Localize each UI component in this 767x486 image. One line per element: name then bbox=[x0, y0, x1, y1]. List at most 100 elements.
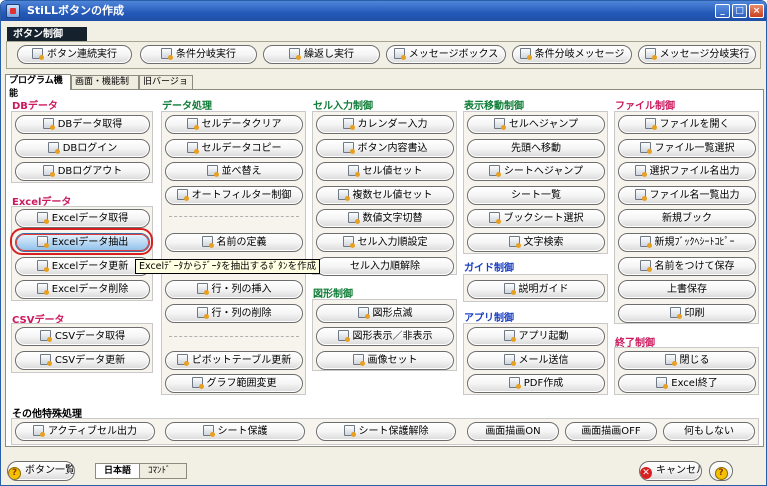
cell-input-order-clear-button[interactable]: セル入力順解除 bbox=[316, 257, 454, 276]
pdf-create-button[interactable]: PDF作成 bbox=[467, 374, 605, 393]
button-icon bbox=[342, 236, 355, 248]
overwrite-save-button[interactable]: 上書保存 bbox=[618, 280, 756, 299]
explain-guide-button[interactable]: 説明ガイド bbox=[467, 280, 605, 299]
tab-program-functions[interactable]: プログラム機能 bbox=[5, 74, 71, 99]
mail-send-button[interactable]: メール送信 bbox=[467, 351, 605, 370]
screen-update-on-button[interactable]: 画面描画ON bbox=[467, 422, 559, 441]
pivot-refresh-button[interactable]: ピボットテーブル更新 bbox=[165, 351, 303, 370]
button-icon bbox=[639, 142, 652, 154]
minimize-icon[interactable]: _ bbox=[715, 4, 730, 18]
selection-highlight bbox=[10, 228, 153, 255]
excel-data-update-button[interactable]: Excelデータ更新 bbox=[15, 257, 150, 276]
cancel-button[interactable]: ✕ キャンセル bbox=[639, 461, 702, 481]
cell-data-clear-button[interactable]: セルデータクリア bbox=[165, 115, 303, 134]
lang-command-tab[interactable]: ｺﾏﾝﾄﾞ bbox=[139, 463, 187, 479]
define-name-button[interactable]: 名前の定義 bbox=[165, 233, 303, 252]
cell-data-copy-button[interactable]: セルデータコピー bbox=[165, 139, 303, 158]
button-icon bbox=[352, 354, 365, 366]
button-control-header: ボタン制御 bbox=[7, 27, 87, 42]
db-login-button[interactable]: DBログイン bbox=[15, 139, 150, 158]
sort-button[interactable]: 並べ替え bbox=[165, 162, 303, 181]
button-icon bbox=[357, 307, 370, 319]
conditional-run-button[interactable]: 条件分岐実行 bbox=[140, 45, 257, 64]
repeat-run-button[interactable]: 繰返し実行 bbox=[263, 45, 380, 64]
button-icon bbox=[191, 377, 204, 389]
maximize-icon[interactable]: □ bbox=[732, 4, 747, 18]
sheet-unprotect-button[interactable]: シート保護解除 bbox=[316, 422, 456, 441]
shape-show-hide-button[interactable]: 図形表示／非表示 bbox=[316, 327, 454, 346]
tab-old-version[interactable]: 旧バージョン bbox=[139, 75, 193, 100]
cell-input-order-set-button[interactable]: セル入力順設定 bbox=[316, 233, 454, 252]
shape-blink-button[interactable]: 図形点滅 bbox=[316, 304, 454, 323]
calendar-input-button[interactable]: カレンダー入力 bbox=[316, 115, 454, 134]
insert-row-col-button[interactable]: 行・列の挿入 bbox=[165, 280, 303, 299]
jump-to-cell-button[interactable]: セルへジャンプ bbox=[467, 115, 605, 134]
button-icon bbox=[503, 283, 516, 295]
do-nothing-button[interactable]: 何もしない bbox=[663, 422, 755, 441]
message-box-button[interactable]: メッセージボックス bbox=[386, 45, 506, 64]
button-icon bbox=[36, 212, 49, 224]
app-icon bbox=[6, 4, 20, 18]
selected-filename-output-button[interactable]: 選択ファイル名出力 bbox=[618, 162, 756, 181]
group-title-shape: 図形制御 bbox=[313, 289, 353, 300]
conditional-message-button[interactable]: 条件分岐メッセージ bbox=[512, 45, 632, 64]
new-book-sheet-copy-button[interactable]: 新規ﾌﾞｯｸﾍｼｰﾄｺﾋﾟｰ bbox=[618, 233, 756, 252]
text-search-button[interactable]: 文字検索 bbox=[467, 233, 605, 252]
active-cell-output-button[interactable]: アクティブセル出力 bbox=[15, 422, 155, 441]
message-branch-run-button[interactable]: メッセージ分岐実行 bbox=[638, 45, 756, 64]
app-launch-button[interactable]: アプリ起動 bbox=[467, 327, 605, 346]
move-to-top-button[interactable]: 先頭へ移動 bbox=[467, 139, 605, 158]
divider bbox=[169, 336, 299, 337]
cancel-x-icon: ✕ bbox=[640, 467, 652, 479]
button-icon bbox=[639, 260, 652, 272]
divider bbox=[169, 216, 299, 217]
button-icon bbox=[347, 165, 360, 177]
button-content-write-button[interactable]: ボタン内容書込 bbox=[316, 139, 454, 158]
help-icon: ? bbox=[714, 467, 728, 480]
title-bar[interactable]: StiLLボタンの作成 _ □ × bbox=[1, 1, 766, 21]
excel-data-get-button[interactable]: Excelデータ取得 bbox=[15, 209, 150, 228]
image-set-button[interactable]: 画像セット bbox=[316, 351, 454, 370]
button-icon bbox=[508, 377, 521, 389]
excel-data-delete-button[interactable]: Excelデータ削除 bbox=[15, 280, 150, 299]
file-open-button[interactable]: ファイルを開く bbox=[618, 115, 756, 134]
button-icon bbox=[42, 165, 55, 177]
number-text-toggle-button[interactable]: 数値文字切替 bbox=[316, 209, 454, 228]
new-book-button[interactable]: 新規ブック bbox=[618, 209, 756, 228]
close-book-button[interactable]: 閉じる bbox=[618, 351, 756, 370]
button-icon bbox=[42, 118, 55, 130]
screen-update-off-button[interactable]: 画面描画OFF bbox=[565, 422, 657, 441]
button-list-button[interactable]: ? ボタン一覧 bbox=[7, 461, 75, 481]
sheet-list-button[interactable]: シート一覧 bbox=[467, 186, 605, 205]
button-icon bbox=[39, 354, 52, 366]
sheet-protect-button[interactable]: シート保護 bbox=[165, 422, 305, 441]
button-chain-run-button[interactable]: ボタン連続実行 bbox=[17, 45, 132, 64]
button-icon bbox=[393, 48, 406, 60]
tab-screen-control[interactable]: 画面・機能制御 bbox=[71, 75, 139, 100]
cell-value-set-button[interactable]: セル値セット bbox=[316, 162, 454, 181]
button-icon bbox=[634, 189, 647, 201]
book-sheet-select-button[interactable]: ブックシート選択 bbox=[467, 209, 605, 228]
button-icon bbox=[347, 212, 360, 224]
csv-data-update-button[interactable]: CSVデータ更新 bbox=[15, 351, 150, 370]
help-button[interactable]: ? bbox=[709, 461, 733, 481]
lang-japanese-tab[interactable]: 日本語 bbox=[95, 463, 141, 479]
button-icon bbox=[343, 425, 356, 437]
chart-range-change-button[interactable]: グラフ範囲変更 bbox=[165, 374, 303, 393]
multi-cell-value-set-button[interactable]: 複数セル値セット bbox=[316, 186, 454, 205]
filename-list-output-button[interactable]: ファイル名一覧出力 bbox=[618, 186, 756, 205]
autofilter-button[interactable]: オートフィルター制御 bbox=[165, 186, 303, 205]
db-logout-button[interactable]: DBログアウト bbox=[15, 162, 150, 181]
button-icon bbox=[47, 142, 60, 154]
csv-data-get-button[interactable]: CSVデータ取得 bbox=[15, 327, 150, 346]
button-icon bbox=[664, 354, 677, 366]
jump-to-sheet-button[interactable]: シートへジャンプ bbox=[467, 162, 605, 181]
close-icon[interactable]: × bbox=[749, 4, 764, 18]
save-as-button[interactable]: 名前をつけて保存 bbox=[618, 257, 756, 276]
file-list-select-button[interactable]: ファイル一覧選択 bbox=[618, 139, 756, 158]
excel-quit-button[interactable]: Excel終了 bbox=[618, 374, 756, 393]
db-data-get-button[interactable]: DBデータ取得 bbox=[15, 115, 150, 134]
delete-row-col-button[interactable]: 行・列の削除 bbox=[165, 304, 303, 323]
print-button[interactable]: 印刷 bbox=[618, 304, 756, 323]
group-title-file: ファイル制御 bbox=[615, 101, 675, 112]
